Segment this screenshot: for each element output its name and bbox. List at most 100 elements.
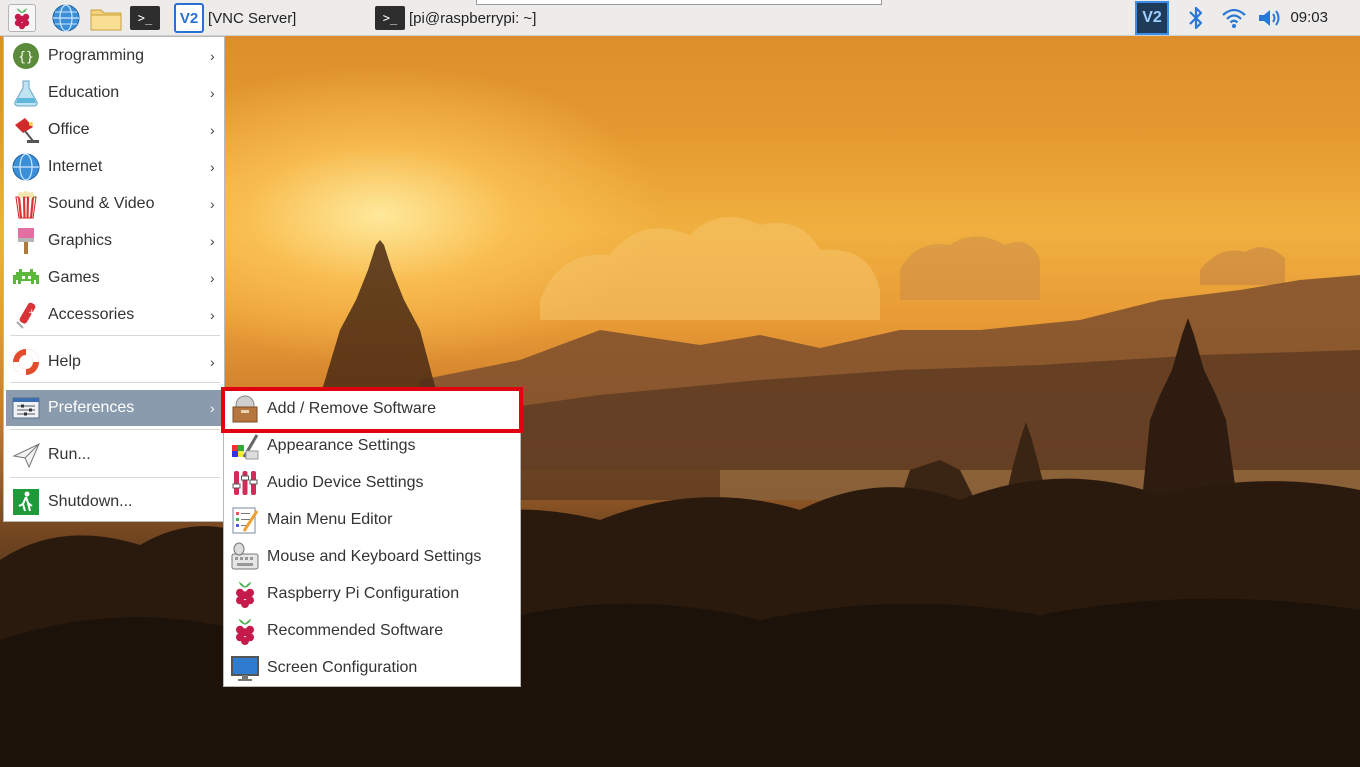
menu-separator (10, 335, 220, 336)
menu-item-games[interactable]: Games › (6, 260, 222, 296)
submenu-label: Recommended Software (267, 622, 444, 639)
preferences-icon (10, 392, 42, 424)
menu-item-office[interactable]: Office › (6, 112, 222, 148)
menu-item-preferences[interactable]: Preferences › (6, 390, 222, 426)
submenu-label: Screen Configuration (267, 659, 418, 676)
keyboard-mouse-icon (229, 541, 261, 573)
task-label: [VNC Server] (208, 9, 297, 27)
menu-label: Sound & Video (48, 195, 155, 212)
shutdown-icon (10, 486, 42, 518)
chevron-right-icon: › (210, 400, 215, 416)
tray-volume-button[interactable] (1257, 4, 1285, 32)
chevron-right-icon: › (210, 233, 215, 249)
raspberry-menu-button[interactable] (8, 4, 36, 32)
sound-video-icon (10, 188, 42, 220)
package-icon (229, 393, 261, 425)
submenu-label: Main Menu Editor (267, 511, 393, 528)
help-icon (10, 346, 42, 378)
menu-label: Graphics (48, 232, 113, 249)
tray-bluetooth-button[interactable] (1182, 4, 1210, 32)
svg-text:+: + (28, 308, 36, 318)
submenu-label: Add / Remove Software (267, 400, 436, 417)
preferences-submenu: Add / Remove Software Appearance Setting… (223, 389, 521, 687)
monitor-icon (229, 652, 261, 684)
submenu-label: Audio Device Settings (267, 474, 424, 491)
education-icon (10, 77, 42, 109)
appearance-icon (229, 430, 261, 462)
vnc-icon: V2 (174, 3, 204, 33)
taskbar: >_ V2 [VNC Server] >_ [pi@raspberrypi: ~… (0, 0, 1360, 36)
menu-label: Games (48, 269, 100, 286)
menu-label: Preferences (48, 399, 135, 416)
folder-icon (90, 9, 122, 31)
audio-settings-icon (229, 467, 261, 499)
window-title-strip (476, 0, 882, 5)
menu-item-education[interactable]: Education › (6, 75, 222, 111)
menu-item-help[interactable]: Help › (6, 344, 222, 380)
terminal-icon: >_ (130, 6, 160, 30)
menu-editor-icon (229, 504, 261, 536)
menu-label: Internet (48, 158, 103, 175)
submenu-item-audio-device-settings[interactable]: Audio Device Settings (226, 465, 518, 501)
accessories-icon: + (10, 299, 42, 331)
svg-text:{}: {} (18, 50, 34, 65)
submenu-item-raspberry-pi-configuration[interactable]: Raspberry Pi Configuration (226, 576, 518, 612)
run-icon (10, 439, 42, 471)
menu-item-accessories[interactable]: + Accessories › (6, 297, 222, 333)
volume-icon (1259, 10, 1280, 26)
office-icon (10, 114, 42, 146)
chevron-right-icon: › (210, 85, 215, 101)
raspberry-icon (229, 615, 261, 647)
menu-label: Accessories (48, 306, 135, 323)
submenu-item-mouse-keyboard-settings[interactable]: Mouse and Keyboard Settings (226, 539, 518, 575)
menu-item-graphics[interactable]: Graphics › (6, 223, 222, 259)
tray-vnc-button[interactable]: V2 (1134, 0, 1170, 36)
chevron-right-icon: › (210, 122, 215, 138)
clock[interactable]: 09:03 (1290, 9, 1328, 26)
menu-item-shutdown[interactable]: Shutdown... (6, 484, 222, 520)
submenu-item-recommended-software[interactable]: Recommended Software (226, 613, 518, 649)
submenu-item-add-remove-software[interactable]: Add / Remove Software (226, 391, 518, 427)
chevron-right-icon: › (210, 48, 215, 64)
graphics-icon (10, 225, 42, 257)
task-label: [pi@raspberrypi: ~] (409, 9, 537, 27)
menu-label: Help (48, 353, 81, 370)
chevron-right-icon: › (210, 354, 215, 370)
menu-separator (10, 477, 220, 478)
submenu-item-screen-configuration[interactable]: Screen Configuration (226, 650, 518, 686)
submenu-item-main-menu-editor[interactable]: Main Menu Editor (226, 502, 518, 538)
task-terminal[interactable]: >_ [pi@raspberrypi: ~] (375, 3, 536, 33)
submenu-item-appearance-settings[interactable]: Appearance Settings (226, 428, 518, 464)
menu-item-run[interactable]: Run... (6, 437, 222, 473)
submenu-label: Appearance Settings (267, 437, 416, 454)
tray-wifi-button[interactable] (1220, 4, 1248, 32)
menu-separator (10, 382, 220, 383)
programming-icon: {} (10, 40, 42, 72)
chevron-right-icon: › (210, 307, 215, 323)
games-icon (10, 262, 42, 294)
menu-item-programming[interactable]: {} Programming › (6, 38, 222, 74)
chevron-right-icon: › (210, 196, 215, 212)
submenu-label: Raspberry Pi Configuration (267, 585, 460, 602)
web-browser-button[interactable] (52, 4, 80, 32)
internet-icon (10, 151, 42, 183)
terminal-icon: >_ (375, 6, 405, 30)
menu-label: Office (48, 121, 90, 138)
chevron-right-icon: › (210, 270, 215, 286)
main-menu: {} Programming › Education › Office › In… (3, 36, 225, 522)
menu-item-sound-video[interactable]: Sound & Video › (6, 186, 222, 222)
file-manager-button[interactable] (90, 4, 122, 32)
task-vnc-server[interactable]: V2 [VNC Server] (174, 3, 296, 33)
vnc-icon: V2 (1135, 1, 1169, 35)
raspberry-icon (229, 578, 261, 610)
menu-separator (10, 429, 220, 430)
terminal-button[interactable]: >_ (129, 4, 161, 32)
menu-label: Run... (48, 446, 91, 463)
bluetooth-icon (1189, 6, 1203, 30)
menu-label: Education (48, 84, 120, 101)
menu-item-internet[interactable]: Internet › (6, 149, 222, 185)
chevron-right-icon: › (210, 159, 215, 175)
raspberry-icon (14, 8, 30, 30)
menu-label: Programming (48, 47, 145, 64)
globe-icon (52, 4, 80, 32)
